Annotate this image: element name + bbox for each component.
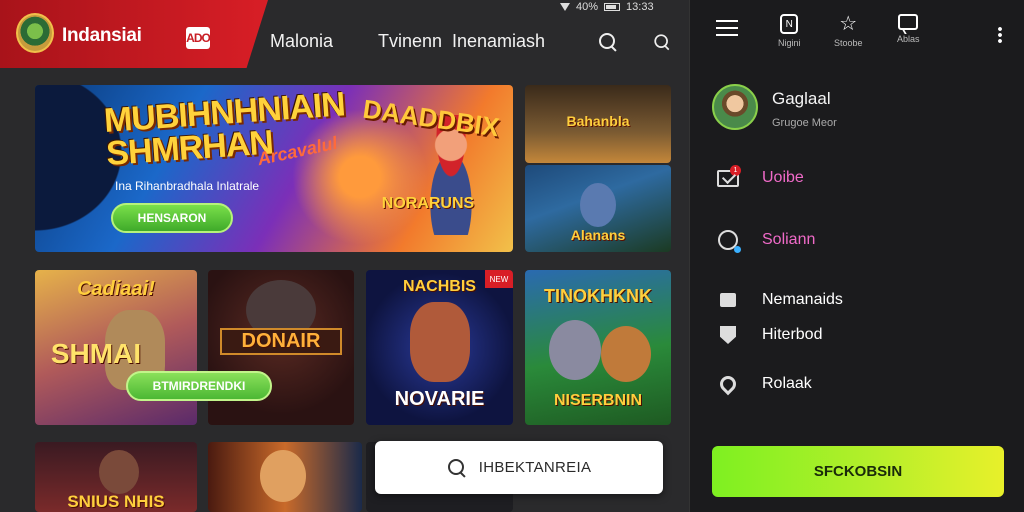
top-tab-1[interactable]: N Nigini xyxy=(778,14,801,48)
signal-text: 40% xyxy=(576,1,599,13)
menu-icon xyxy=(716,20,738,36)
character-art xyxy=(410,302,470,382)
game-card-6[interactable] xyxy=(208,442,362,512)
search-icon xyxy=(718,230,741,253)
panel-menu-item-4[interactable]: Hiterbod xyxy=(716,323,822,347)
pin-icon xyxy=(716,372,740,396)
panel-menu-label: Hiterbod xyxy=(762,326,823,343)
hero-banner[interactable]: MUBIHNHNIAIN SHMRHAN Arcavalul Ina Rihan… xyxy=(35,85,513,252)
wifi-icon xyxy=(560,3,570,11)
panel-menu-item-1[interactable]: 1 Uoibe xyxy=(716,164,804,190)
panel-menu-label: Nemanaids xyxy=(762,291,843,308)
nav-link-3[interactable]: Inenamiash xyxy=(452,31,545,52)
search-button[interactable] xyxy=(598,32,618,52)
search-field[interactable]: IHBEKTANREIA xyxy=(375,441,663,494)
game-subtitle: NISERBNIN xyxy=(553,392,642,409)
search-text: IHBEKTANREIA xyxy=(478,459,592,476)
shield-icon xyxy=(720,326,736,344)
zoom-button[interactable] xyxy=(652,32,672,52)
brand-badge: ADO xyxy=(186,27,211,49)
game-card-4[interactable]: TINOKHKNK NISERBNIN xyxy=(525,270,671,425)
top-tab-label: Nigini xyxy=(778,38,801,48)
star-icon: ☆ xyxy=(839,13,858,35)
play-now-button[interactable]: BTMIRDRENDKI xyxy=(126,371,272,401)
panel-menu-label: Rolaak xyxy=(762,375,812,392)
battery-icon xyxy=(604,3,621,11)
box-icon: N xyxy=(780,14,799,34)
signup-button[interactable]: SFCKOBSIN xyxy=(712,446,1004,497)
hero-game-subtitle: NORARUNS xyxy=(381,195,475,212)
side-card-title: Bahanbla xyxy=(566,113,630,129)
panel-menu-label: Soliann xyxy=(762,231,816,248)
side-card-title: Alanans xyxy=(570,227,626,243)
more-options-icon[interactable] xyxy=(998,26,1002,44)
game-card-5[interactable]: SNIUS NHIS xyxy=(35,442,197,512)
square-icon xyxy=(720,293,736,307)
hero-tagline: Ina Rihanbradhala Inlatrale xyxy=(115,179,260,193)
inbox-icon: 1 xyxy=(717,164,741,187)
hero-cta-button[interactable]: HENSARON xyxy=(111,203,233,233)
panel-menu-item-5[interactable]: Rolaak xyxy=(716,372,812,396)
panel-menu-item-2[interactable]: Soliann xyxy=(716,228,816,253)
chat-icon xyxy=(898,14,919,30)
brand-logo xyxy=(16,13,54,53)
search-icon xyxy=(447,458,467,478)
game-subtitle: SHMAI xyxy=(50,338,142,369)
game-title: TINOKHKNK xyxy=(544,286,652,306)
character-art xyxy=(99,450,139,494)
panel-menu-label: Uoibe xyxy=(762,169,804,186)
search-icon xyxy=(598,32,618,52)
nav-link-1[interactable]: Malonia xyxy=(270,31,333,52)
game-card-2[interactable]: DONAIR xyxy=(208,270,354,425)
game-title: SNIUS NHIS xyxy=(67,492,165,511)
brand-bar[interactable]: Indansiai ADO xyxy=(0,0,268,68)
game-title: NACHBIS xyxy=(403,278,476,295)
notification-badge: 1 xyxy=(730,164,741,176)
character-art xyxy=(260,450,306,502)
nav-link-2[interactable]: Tvinenn xyxy=(378,31,442,52)
raccoon-art xyxy=(549,320,601,380)
status-bar: 40% 13:33 xyxy=(560,0,654,14)
clock: 13:33 xyxy=(626,1,654,13)
menu-button[interactable] xyxy=(716,14,738,36)
zoom-icon xyxy=(654,34,671,51)
top-tab-2[interactable]: ☆ Stoobe xyxy=(834,14,863,48)
avatar[interactable] xyxy=(712,84,758,130)
brand-name: Indansiai xyxy=(62,25,142,46)
profile-subtitle: Grugoe Meor xyxy=(772,117,837,129)
game-subtitle: NOVARIE xyxy=(394,388,485,410)
game-title: DONAIR xyxy=(219,328,343,355)
panel-menu-item-3[interactable]: Nemanaids xyxy=(716,288,843,312)
top-tab-label: Stoobe xyxy=(834,38,863,48)
bear-art xyxy=(601,326,651,382)
side-card-1[interactable]: Bahanbla xyxy=(525,85,671,163)
game-card-1[interactable]: Cadiaai! SHMAI xyxy=(35,270,197,425)
app-root: Indansiai ADO 40% 13:33 Malonia Tvinenn … xyxy=(0,0,1024,512)
character-art xyxy=(580,183,616,227)
side-card-2[interactable]: Alanans xyxy=(525,165,671,252)
side-panel xyxy=(689,0,1024,512)
profile-name: Gaglaal xyxy=(772,89,831,108)
top-tab-3[interactable]: Ablas xyxy=(897,14,920,44)
top-tab-label: Ablas xyxy=(897,34,920,44)
game-title: Cadiaai! xyxy=(77,278,155,300)
game-card-3[interactable]: NEW NACHBIS NOVARIE xyxy=(366,270,513,425)
